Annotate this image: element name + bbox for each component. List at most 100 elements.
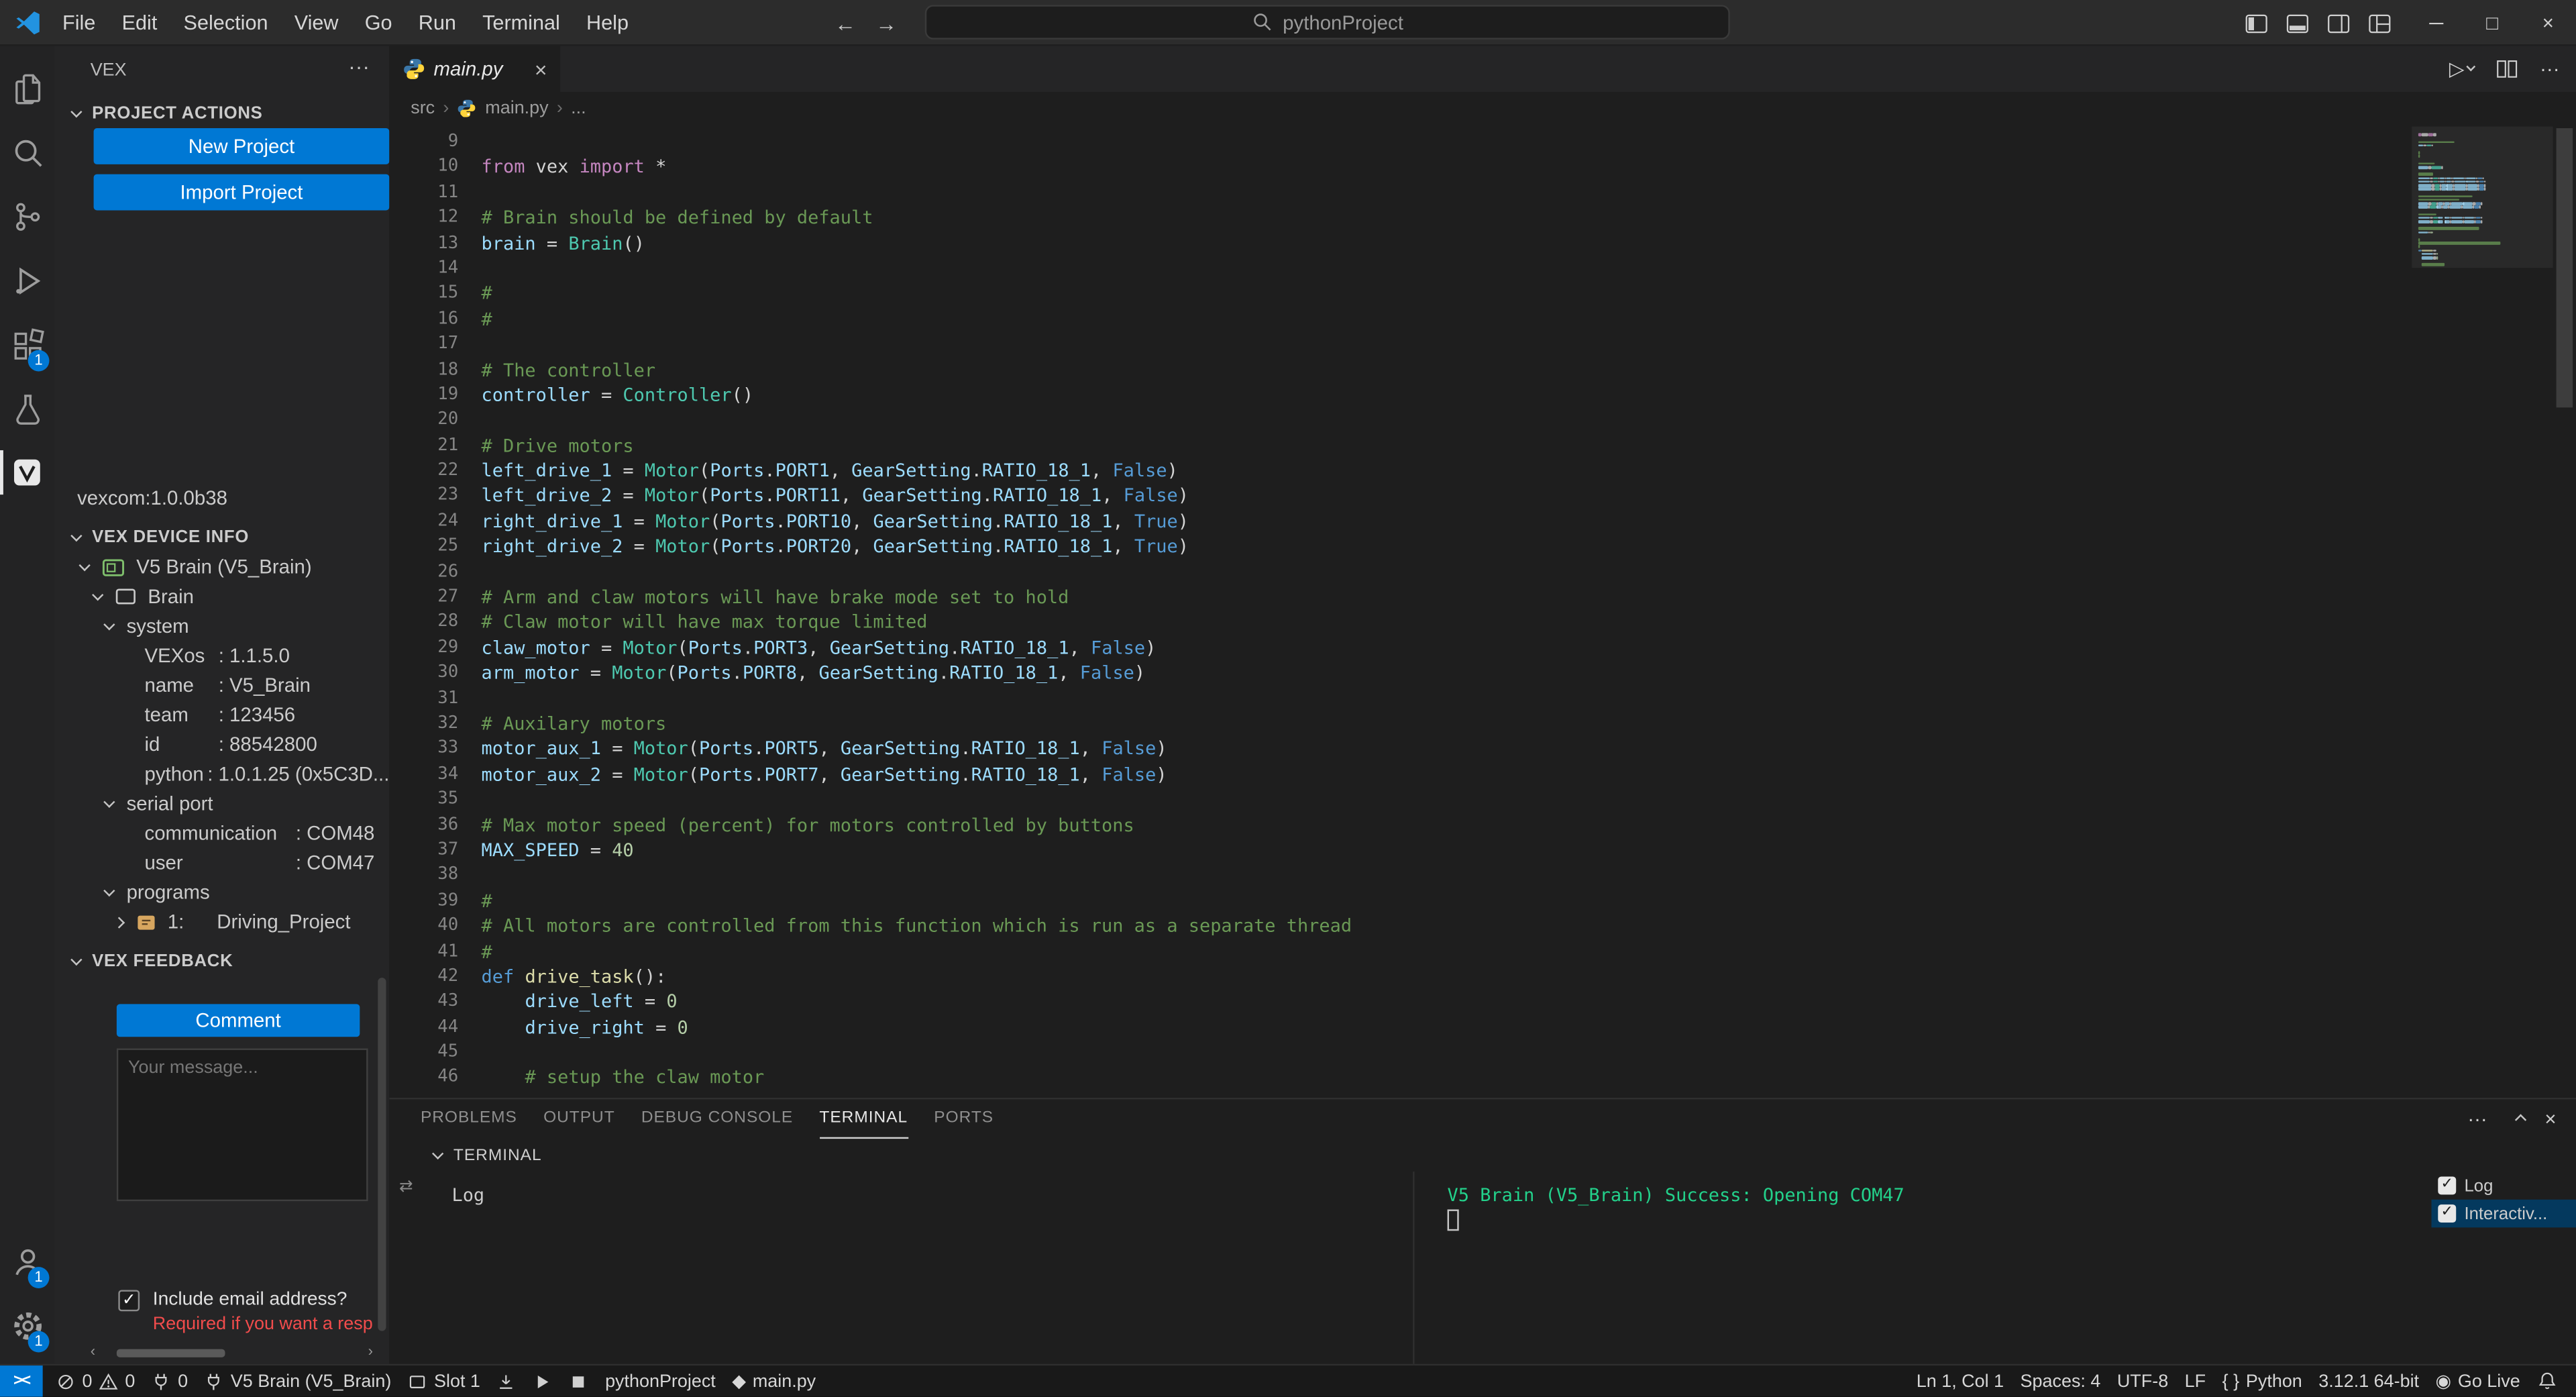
- line-number[interactable]: 30: [389, 661, 458, 686]
- maximize-button[interactable]: □: [2464, 0, 2520, 46]
- code-line[interactable]: 27# Arm and claw motors will have brake …: [389, 585, 2412, 611]
- line-number[interactable]: 27: [389, 585, 458, 611]
- code-line[interactable]: 30arm_motor = Motor(Ports.PORT8, GearSet…: [389, 661, 2412, 686]
- toggle-panel-icon[interactable]: [2286, 11, 2310, 36]
- line-number[interactable]: 33: [389, 737, 458, 762]
- menu-help[interactable]: Help: [573, 11, 641, 34]
- panel-tab-terminal[interactable]: TERMINAL: [819, 1100, 908, 1138]
- device-tree-item[interactable]: communication: COM48: [54, 819, 390, 848]
- comment-button[interactable]: Comment: [117, 1004, 360, 1037]
- line-number[interactable]: 12: [389, 206, 458, 231]
- tab-main-py[interactable]: main.py ×: [389, 46, 561, 93]
- code-line[interactable]: 29claw_motor = Motor(Ports.PORT3, GearSe…: [389, 635, 2412, 661]
- panel-tab-output[interactable]: OUTPUT: [543, 1100, 615, 1138]
- terminal-split-divider[interactable]: [1413, 1172, 1414, 1364]
- status-encoding[interactable]: UTF-8: [2109, 1365, 2177, 1397]
- device-tree-item[interactable]: id: 88542800: [54, 729, 390, 759]
- code-line[interactable]: 33motor_aux_1 = Motor(Ports.PORT5, GearS…: [389, 737, 2412, 762]
- activitybar-run-and-debug[interactable]: [0, 248, 54, 313]
- code-line[interactable]: 31: [389, 686, 2412, 712]
- status-python-interpreter[interactable]: 3.12.1 64-bit: [2310, 1365, 2427, 1397]
- code-line[interactable]: 15#: [389, 282, 2412, 307]
- status-notifications[interactable]: [2528, 1365, 2566, 1397]
- code-line[interactable]: 24right_drive_1 = Motor(Ports.PORT10, Ge…: [389, 509, 2412, 535]
- code-line[interactable]: 42def drive_task():: [389, 964, 2412, 990]
- status-vex-play[interactable]: [525, 1365, 561, 1397]
- code-line[interactable]: 32# Auxilary motors: [389, 711, 2412, 737]
- panel-close-icon[interactable]: ×: [2544, 1108, 2556, 1131]
- panel-tab-debug-console[interactable]: DEBUG CONSOLE: [641, 1100, 793, 1138]
- section-device-info[interactable]: VEX DEVICE INFO: [54, 523, 390, 552]
- line-number[interactable]: 11: [389, 180, 458, 206]
- device-tree-item[interactable]: programs: [54, 878, 390, 907]
- menu-edit[interactable]: Edit: [109, 11, 170, 34]
- status-project-name[interactable]: pythonProject: [597, 1365, 724, 1397]
- scrollbar-thumb[interactable]: [2557, 128, 2573, 407]
- activitybar-explorer[interactable]: [0, 56, 54, 120]
- scroll-left-icon[interactable]: ‹: [91, 1343, 95, 1359]
- line-number[interactable]: 13: [389, 231, 458, 256]
- line-number[interactable]: 23: [389, 484, 458, 509]
- device-tree-item[interactable]: 1:Driving_Project: [54, 907, 390, 937]
- command-center-search[interactable]: pythonProject: [925, 5, 1730, 39]
- close-window-button[interactable]: ×: [2520, 0, 2576, 46]
- tab-close-icon[interactable]: ×: [535, 56, 547, 81]
- sidebar-vertical-scrollbar[interactable]: [378, 978, 386, 1331]
- line-number[interactable]: 25: [389, 535, 458, 560]
- line-number[interactable]: 43: [389, 990, 458, 1015]
- line-number[interactable]: 18: [389, 358, 458, 383]
- code-line[interactable]: 36# Max motor speed (percent) for motors…: [389, 813, 2412, 838]
- code-line[interactable]: 23left_drive_2 = Motor(Ports.PORT11, Gea…: [389, 484, 2412, 509]
- line-number[interactable]: 16: [389, 307, 458, 332]
- line-number[interactable]: 42: [389, 964, 458, 990]
- import-project-button[interactable]: Import Project: [94, 174, 390, 211]
- code-line[interactable]: 46 # setup the claw motor: [389, 1066, 2412, 1091]
- code-line[interactable]: 38: [389, 864, 2412, 889]
- section-vex-feedback[interactable]: VEX FEEDBACK: [54, 947, 390, 976]
- activitybar-accounts[interactable]: 1: [0, 1229, 54, 1294]
- code-editor[interactable]: 910from vex import *1112# Brain should b…: [389, 125, 2576, 1098]
- code-line[interactable]: 20: [389, 408, 2412, 433]
- line-number[interactable]: 24: [389, 509, 458, 535]
- panel-tab-problems[interactable]: PROBLEMS: [421, 1100, 517, 1138]
- terminal-tab-log[interactable]: ✓Log: [2431, 1172, 2576, 1200]
- code-line[interactable]: 28# Claw motor will have max torque limi…: [389, 611, 2412, 636]
- forward-icon[interactable]: →: [875, 11, 897, 36]
- line-number[interactable]: 36: [389, 813, 458, 838]
- activitybar-settings[interactable]: 1: [0, 1293, 54, 1357]
- status-eol[interactable]: LF: [2176, 1365, 2214, 1397]
- line-number[interactable]: 44: [389, 1015, 458, 1041]
- status-vex-download[interactable]: [488, 1365, 525, 1397]
- terminal-group-header[interactable]: TERMINAL: [389, 1139, 2576, 1172]
- line-number[interactable]: 40: [389, 914, 458, 939]
- line-number[interactable]: 15: [389, 282, 458, 307]
- status-go-live[interactable]: ◉Go Live: [2427, 1365, 2528, 1397]
- sidebar-more-icon[interactable]: ···: [348, 54, 370, 79]
- device-tree-item[interactable]: Brain: [54, 582, 390, 611]
- terminal-content[interactable]: ⇄ Log V5 Brain (V5_Brain) Success: Openi…: [389, 1172, 2576, 1364]
- editor-vertical-scrollbar[interactable]: [2553, 125, 2576, 1098]
- customize-layout-icon[interactable]: [2367, 11, 2392, 36]
- swap-panes-icon[interactable]: ⇄: [399, 1178, 413, 1196]
- minimap[interactable]: [2412, 125, 2553, 1098]
- feedback-message-input[interactable]: [117, 1048, 368, 1201]
- activitybar-vex[interactable]: [0, 440, 54, 505]
- menu-file[interactable]: File: [49, 11, 109, 34]
- code-line[interactable]: 14: [389, 256, 2412, 282]
- panel-tab-ports[interactable]: PORTS: [934, 1100, 994, 1138]
- code-line[interactable]: 13brain = Brain(): [389, 231, 2412, 256]
- activitybar-testing[interactable]: [0, 376, 54, 441]
- line-number[interactable]: 9: [389, 130, 458, 155]
- menu-selection[interactable]: Selection: [170, 11, 281, 34]
- device-tree-item[interactable]: V5 Brain (V5_Brain): [54, 552, 390, 582]
- menu-go[interactable]: Go: [352, 11, 405, 34]
- device-tree-item[interactable]: VEXos: 1.1.5.0: [54, 641, 390, 670]
- line-number[interactable]: 20: [389, 408, 458, 433]
- line-number[interactable]: 32: [389, 711, 458, 737]
- code-line[interactable]: 12# Brain should be defined by default: [389, 206, 2412, 231]
- new-project-button[interactable]: New Project: [94, 128, 390, 164]
- menu-run[interactable]: Run: [405, 11, 469, 34]
- code-line[interactable]: 11: [389, 180, 2412, 206]
- status-indentation[interactable]: Spaces: 4: [2012, 1365, 2108, 1397]
- line-number[interactable]: 46: [389, 1066, 458, 1091]
